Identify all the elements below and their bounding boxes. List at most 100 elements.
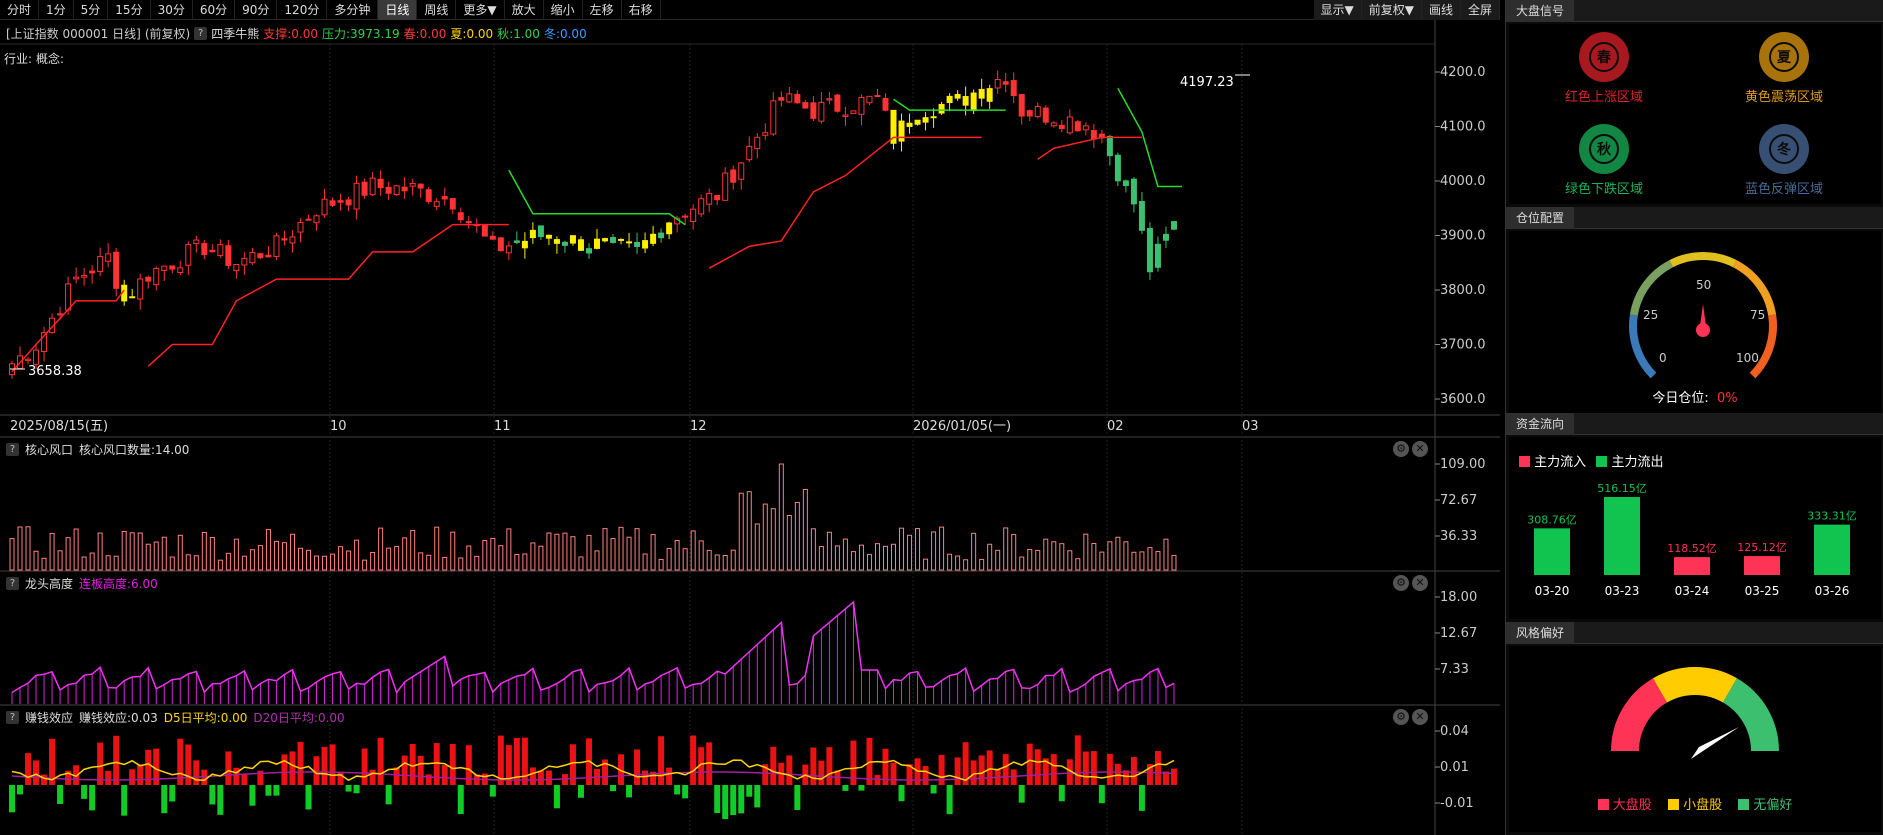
season-label: 蓝色反弹区域 (1744, 182, 1823, 197)
close-icon[interactable]: ✕ (1412, 709, 1428, 725)
money-bar (1034, 749, 1041, 785)
money-panel-header: ? 赚钱效应 赚钱效应:0.03 D5日平均:0.00 D20日平均:0.00 (6, 708, 345, 726)
flow-value-label: 125.12亿 (1737, 541, 1787, 554)
money-bar (161, 785, 168, 814)
position-header: 仓位配置 (1506, 207, 1883, 229)
money-bar (105, 770, 112, 785)
money-bar (1138, 785, 1145, 811)
money-bar (1058, 785, 1065, 802)
core-bar (89, 552, 95, 571)
core-bar (1067, 550, 1073, 571)
candle-body (994, 79, 1001, 89)
candle-body (297, 221, 304, 233)
season-char: 秋 (1589, 134, 1619, 164)
core-bar (289, 533, 295, 571)
signal-panel: 春红色上涨区域夏黄色震荡区域秋绿色下跌区域冬蓝色反弹区域 (1509, 24, 1881, 204)
money-bar (674, 785, 681, 795)
season-3: 冬蓝色反弹区域 (1699, 124, 1869, 197)
dragon-panel-header: ? 龙头高度 连板高度:6.00 (6, 574, 158, 592)
core-panel-header: ? 核心风口 核心风口数量:14.00 (6, 440, 189, 458)
core-bar (626, 536, 632, 571)
candle-body (577, 239, 584, 251)
candle-body (722, 172, 729, 201)
core-bar (458, 557, 464, 571)
style-arc (1611, 678, 1668, 752)
money-bar (401, 755, 408, 785)
core-bar (1163, 538, 1169, 571)
candle-body (810, 102, 817, 119)
candle-body (714, 195, 721, 201)
money-bar (634, 749, 641, 785)
candle-body (986, 88, 993, 102)
season-badge-icon: 秋 (1579, 124, 1629, 174)
money-bar (17, 785, 24, 795)
candle-body (794, 93, 801, 104)
candle-body (922, 117, 929, 123)
gauge-arc (1629, 314, 1657, 379)
core-bar (9, 538, 15, 571)
help-icon[interactable]: ? (6, 710, 19, 724)
candle-body (1130, 178, 1137, 205)
candle-body (417, 183, 424, 189)
candle-body (241, 257, 248, 266)
core-tick-label: 109.00 (1440, 457, 1486, 472)
settings-icon[interactable]: ⚙ (1393, 575, 1409, 591)
candle-body (265, 254, 272, 258)
core-bar (153, 541, 159, 571)
core-bar (1155, 551, 1161, 571)
help-icon[interactable]: ? (6, 576, 19, 590)
help-icon[interactable]: ? (6, 442, 19, 456)
core-bar (698, 540, 704, 571)
money-bar (89, 785, 96, 811)
money-bar (409, 744, 416, 785)
core-bar (129, 532, 135, 571)
candle-body (105, 253, 112, 262)
money-tick-label: 0.04 (1440, 724, 1469, 739)
candle-body (842, 114, 849, 118)
candle-body (545, 234, 552, 239)
candle-body (273, 235, 280, 257)
season-1: 夏黄色震荡区域 (1699, 32, 1869, 105)
dragon-line (11, 600, 1175, 695)
core-bar (185, 554, 191, 571)
core-bar (706, 549, 712, 571)
core-bar (418, 552, 424, 571)
core-panel-value: 核心风口数量:14.00 (79, 442, 190, 457)
core-bar (778, 463, 784, 571)
outflow-swatch (1596, 456, 1608, 467)
candle-body (1154, 243, 1161, 268)
core-bar (891, 543, 897, 571)
core-bar (866, 553, 872, 571)
money-bar (1010, 769, 1017, 785)
money-bar (417, 755, 424, 785)
price-tick-label: 3600.0 (1440, 392, 1486, 407)
money-bar (1026, 743, 1033, 785)
settings-icon[interactable]: ⚙ (1393, 441, 1409, 457)
money-bar (321, 746, 328, 785)
candle-body (425, 189, 432, 202)
core-bar (562, 532, 568, 571)
money-bar (97, 742, 104, 785)
money-bar (217, 785, 224, 815)
candle-body (377, 178, 384, 189)
candle-body (978, 88, 985, 99)
candle-body (481, 225, 488, 237)
close-icon[interactable]: ✕ (1412, 441, 1428, 457)
settings-icon[interactable]: ⚙ (1393, 709, 1409, 725)
small-cap-swatch (1667, 799, 1679, 810)
core-bar (1011, 534, 1017, 571)
flow-value-label: 516.15亿 (1597, 482, 1647, 495)
close-icon[interactable]: ✕ (1412, 575, 1428, 591)
core-bar (1147, 547, 1153, 571)
candle-body (826, 98, 833, 101)
candle-body (129, 296, 136, 299)
candle-body (289, 236, 296, 244)
money-bar (521, 737, 528, 785)
gauge-needle (1700, 304, 1706, 326)
candle-body (770, 100, 777, 135)
candle-body (1050, 122, 1057, 127)
style-title: 风格偏好 (1506, 622, 1575, 644)
core-bar (1059, 543, 1065, 571)
money-bar (1090, 751, 1097, 785)
signal-header: 大盘信号 (1506, 0, 1883, 22)
